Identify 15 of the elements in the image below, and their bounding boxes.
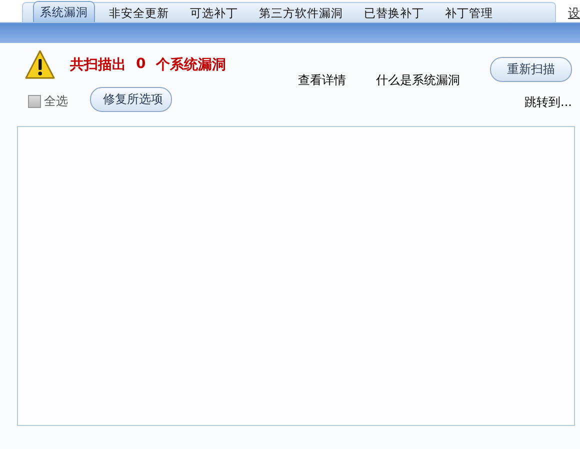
tab[interactable]: 补丁管理 — [438, 3, 500, 22]
info-link[interactable]: 什么是系统漏洞 — [376, 72, 460, 89]
fix-selected-button[interactable]: 修复所选项 — [90, 87, 172, 112]
tab[interactable]: 系统漏洞 — [33, 1, 95, 22]
tab[interactable]: 非安全更新 — [102, 3, 176, 22]
tab[interactable]: 已替换补丁 — [357, 3, 431, 22]
tab[interactable]: 第三方软件漏洞 — [252, 3, 350, 22]
tab[interactable]: 可选补丁 — [183, 3, 245, 22]
select-all-label: 全选 — [44, 93, 68, 110]
settings-link[interactable]: 设 — [568, 5, 580, 22]
warning-icon — [24, 49, 56, 81]
jump-link[interactable]: 跳转到... — [524, 94, 572, 111]
scan-summary: 共扫描出 0 个系统漏洞 — [70, 56, 226, 74]
info-link[interactable]: 查看详情 — [298, 72, 346, 89]
rescan-button[interactable]: 重新扫描 — [490, 57, 572, 82]
